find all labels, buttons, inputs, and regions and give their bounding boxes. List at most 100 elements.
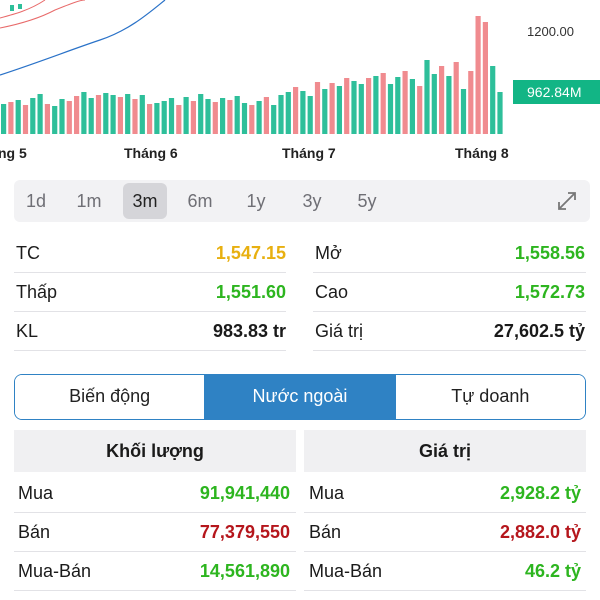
divider: [14, 512, 296, 513]
price-axis-label: 1200.00: [527, 24, 574, 39]
stat-thap-label: Thấp: [16, 282, 58, 302]
volume-bar: [117, 97, 123, 134]
volume-bar: [154, 103, 160, 134]
volume-bar: [15, 100, 21, 134]
volume-bar: [44, 104, 50, 134]
volume-badge: 962.84M: [513, 80, 600, 104]
volume-bar: [409, 79, 415, 134]
price-chart[interactable]: 1200.00 962.84M: [0, 0, 600, 140]
trading-tabs: Biến động Nước ngoài Tự doanh: [14, 374, 586, 420]
volume-bar: [147, 104, 153, 134]
expand-icon[interactable]: [556, 190, 578, 212]
volume-bar: [190, 101, 196, 134]
range-1m-button[interactable]: 1m: [67, 183, 111, 219]
divider: [14, 311, 286, 312]
range-1d-button[interactable]: 1d: [14, 183, 58, 219]
band-line: [0, 0, 46, 19]
volume-bar: [8, 102, 14, 134]
range-6m-button[interactable]: 6m: [178, 183, 222, 219]
divider: [14, 350, 286, 351]
divider: [14, 272, 286, 273]
stat-kl: KL 983.83 tr: [16, 321, 286, 351]
volume-bar: [278, 95, 284, 134]
volume-bar: [66, 101, 72, 134]
stat-cao-value: 1,572.73: [514, 282, 585, 302]
volume-bar: [424, 60, 430, 134]
range-3m-button[interactable]: 3m: [123, 183, 167, 219]
row-label: Bán: [309, 522, 342, 542]
stat-tc-value: 1,547.15: [215, 243, 286, 263]
volume-bar: [366, 78, 372, 134]
volume-bar: [30, 98, 36, 134]
volume-bar: [227, 100, 233, 134]
volume-bar: [358, 84, 364, 134]
volume-bar: [220, 98, 226, 134]
volume-bar: [497, 92, 503, 134]
volume-bar: [307, 96, 313, 134]
volume-bar: [460, 89, 467, 134]
tab-tu-doanh[interactable]: Tự doanh: [395, 375, 585, 419]
volume-bar: [212, 102, 218, 134]
volume-bar: [37, 94, 43, 134]
stat-giatri-value: 27,602.5 tỷ: [493, 321, 585, 341]
chart-canvas: [0, 0, 503, 134]
volume-bar: [74, 96, 80, 134]
table-row: Mua 91,941,440: [18, 483, 290, 513]
volume-bar: [417, 86, 423, 134]
stat-tc-label: TC: [16, 243, 40, 263]
volume-bar: [52, 106, 58, 134]
month-label-5: ng 5: [0, 145, 27, 161]
table-row: Mua 2,928.2 tỷ: [309, 483, 581, 513]
volume-bar: [380, 73, 386, 134]
volume-bar: [139, 95, 145, 134]
stat-giatri: Giá trị 27,602.5 tỷ: [315, 321, 585, 351]
divider: [304, 551, 586, 552]
divider: [14, 590, 296, 591]
stat-giatri-label: Giá trị: [315, 321, 364, 341]
volume-bar: [81, 92, 87, 134]
volume-bar: [241, 103, 248, 134]
volume-bar: [22, 105, 29, 134]
volume-bar: [198, 94, 204, 134]
stat-tc: TC 1,547.15: [16, 243, 286, 273]
volume-bar: [482, 22, 488, 134]
stat-mo: Mở 1,558.56: [315, 243, 585, 273]
volume-bar: [256, 101, 262, 134]
volume-bar: [59, 99, 65, 134]
divider: [313, 311, 586, 312]
range-1y-button[interactable]: 1y: [234, 183, 278, 219]
volume-bar: [161, 101, 167, 134]
volume-bar: [263, 97, 269, 134]
stat-kl-label: KL: [16, 321, 39, 341]
volume-bar: [132, 99, 138, 134]
table-row: Bán 2,882.0 tỷ: [309, 522, 581, 552]
table-row: Mua-Bán 14,561,890: [18, 561, 290, 591]
volume-bar: [373, 76, 379, 134]
volume-bar: [168, 98, 175, 134]
volume-bar: [387, 84, 394, 134]
stat-mo-label: Mở: [315, 243, 342, 263]
volume-bar: [125, 94, 131, 134]
volume-bar: [249, 105, 255, 134]
volume-bar: [351, 81, 357, 134]
row-label: Bán: [18, 522, 51, 542]
price-line: [0, 0, 166, 76]
tab-nuoc-ngoai[interactable]: Nước ngoài: [205, 375, 396, 419]
row-label: Mua: [309, 483, 345, 503]
volume-bar: [103, 93, 109, 134]
volume-bar: [439, 66, 445, 134]
volume-bar: [176, 105, 182, 134]
volume-bar: [271, 105, 277, 134]
sell-value: 2,882.0 tỷ: [499, 522, 581, 542]
range-3y-button[interactable]: 3y: [290, 183, 334, 219]
month-label-7: Tháng 7: [282, 145, 336, 161]
volume-column-header: Khối lượng: [14, 430, 296, 472]
volume-bar: [183, 97, 189, 134]
month-label-8: Tháng 8: [455, 145, 509, 161]
volume-bar: [88, 98, 94, 134]
net-value: 46.2 tỷ: [524, 561, 581, 581]
tab-bien-dong[interactable]: Biến động: [15, 375, 206, 419]
row-label: Mua-Bán: [309, 561, 383, 581]
range-5y-button[interactable]: 5y: [345, 183, 389, 219]
volume-bar: [95, 95, 102, 134]
